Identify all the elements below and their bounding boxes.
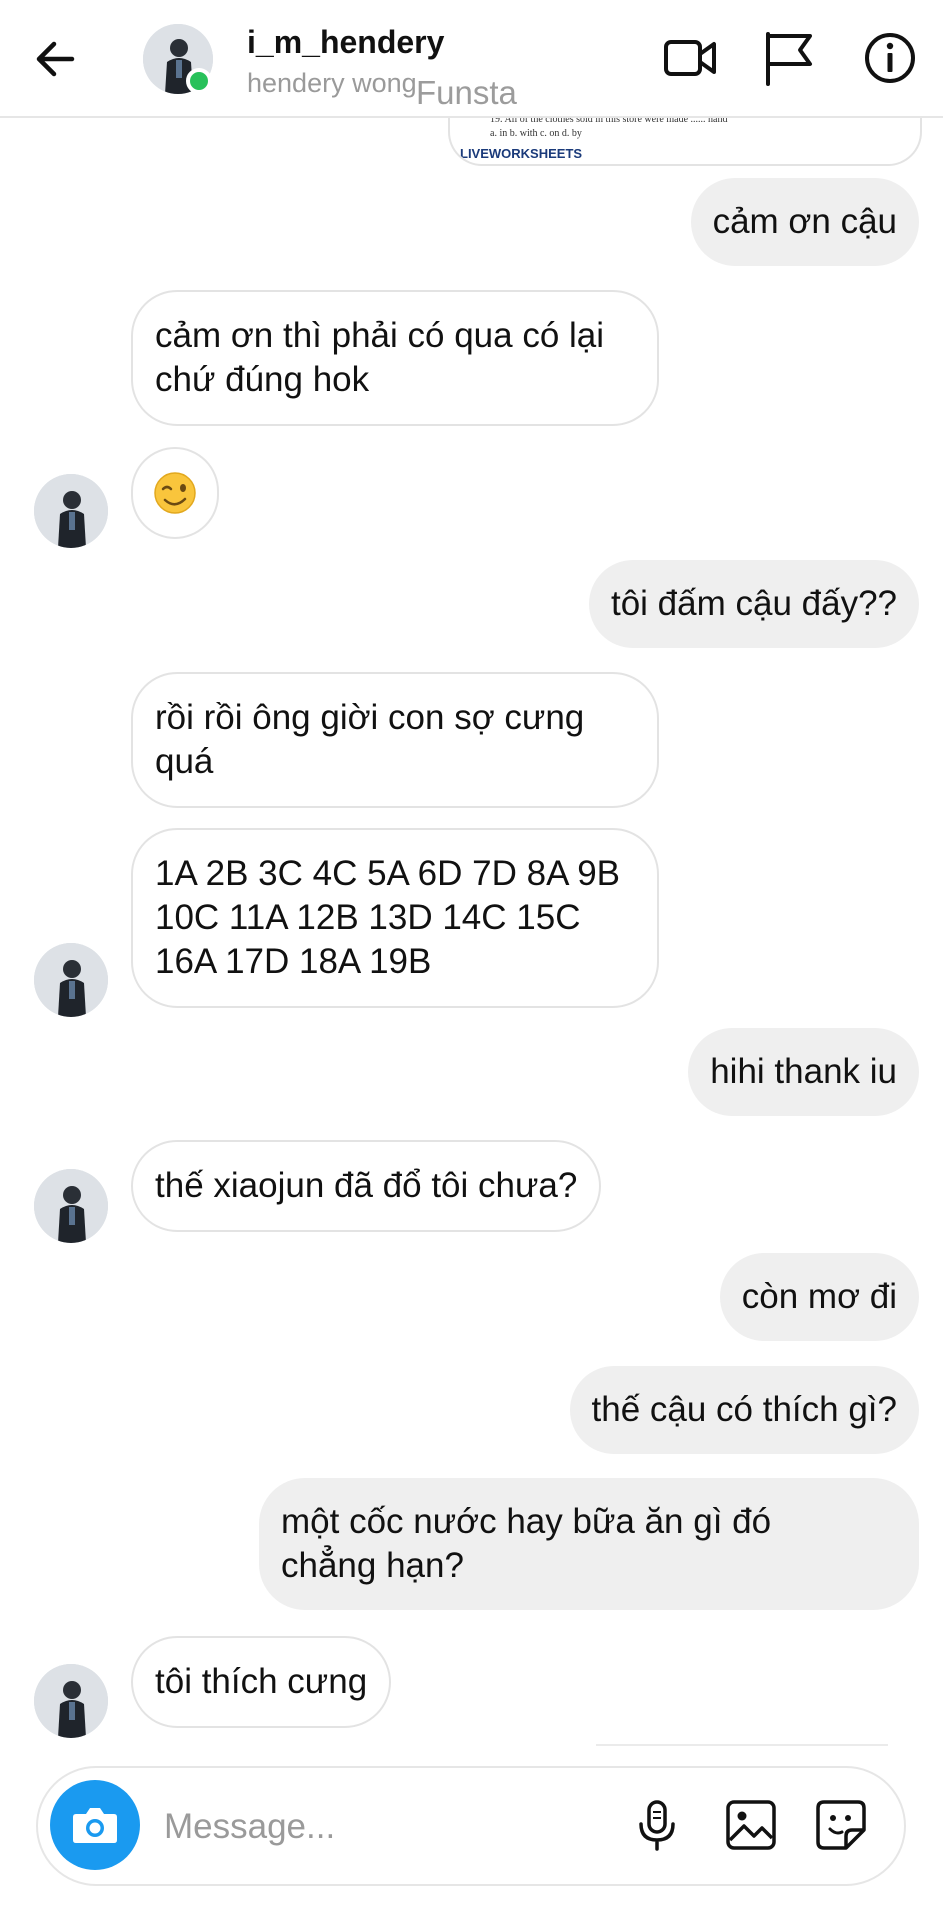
camera-button[interactable] (50, 1780, 140, 1870)
message-incoming[interactable]: thế xiaojun đã đổ tôi chưa? (131, 1140, 602, 1232)
flag-icon[interactable] (758, 28, 818, 88)
camera-icon (73, 1808, 117, 1843)
message-outgoing[interactable]: cảm ơn cậu (690, 178, 919, 266)
worksheet-brand: LIVEWORKSHEETS (460, 146, 583, 161)
info-icon[interactable] (860, 28, 920, 88)
message-outgoing[interactable]: hihi thank iu (688, 1028, 919, 1116)
message-incoming[interactable]: tôi thích cưng (131, 1636, 392, 1728)
sender-avatar[interactable] (34, 474, 108, 548)
back-arrow-icon[interactable] (28, 30, 86, 88)
message-outgoing[interactable]: thế cậu có thích gì? (569, 1366, 919, 1454)
message-incoming[interactable]: 1A 2B 3C 4C 5A 6D 7D 8A 9B 10C 11A 12B 1… (131, 828, 659, 1008)
message-peek-edge (596, 1744, 888, 1746)
message-incoming[interactable]: cảm ơn thì phải có qua có lại chứ đúng h… (131, 290, 659, 426)
sticker-icon[interactable] (812, 1796, 870, 1854)
video-call-icon[interactable] (660, 28, 720, 88)
online-status-dot (186, 68, 212, 94)
message-input[interactable] (162, 1796, 606, 1858)
gallery-icon[interactable] (722, 1796, 780, 1854)
message-incoming[interactable]: rồi rồi ông giời con sợ cưng quá (131, 672, 659, 808)
contact-fullname: hendery wong (247, 68, 417, 98)
message-outgoing[interactable]: một cốc nước hay bữa ăn gì đó chẳng hạn? (259, 1478, 919, 1610)
watermark-text: Funsta (416, 74, 517, 111)
message-outgoing[interactable]: còn mơ đi (719, 1253, 919, 1341)
contact-username[interactable]: i_m_hendery (247, 24, 444, 61)
message-outgoing[interactable]: tôi đấm cậu đấy?? (588, 560, 919, 648)
sender-avatar[interactable] (34, 943, 108, 1017)
microphone-icon[interactable] (628, 1796, 686, 1854)
winking-face-icon (154, 472, 196, 514)
sender-avatar[interactable] (34, 1664, 108, 1738)
worksheet-options-line: a. in b. with c. on d. by (490, 128, 582, 139)
sender-avatar[interactable] (34, 1169, 108, 1243)
message-incoming-emoji[interactable] (131, 447, 219, 539)
